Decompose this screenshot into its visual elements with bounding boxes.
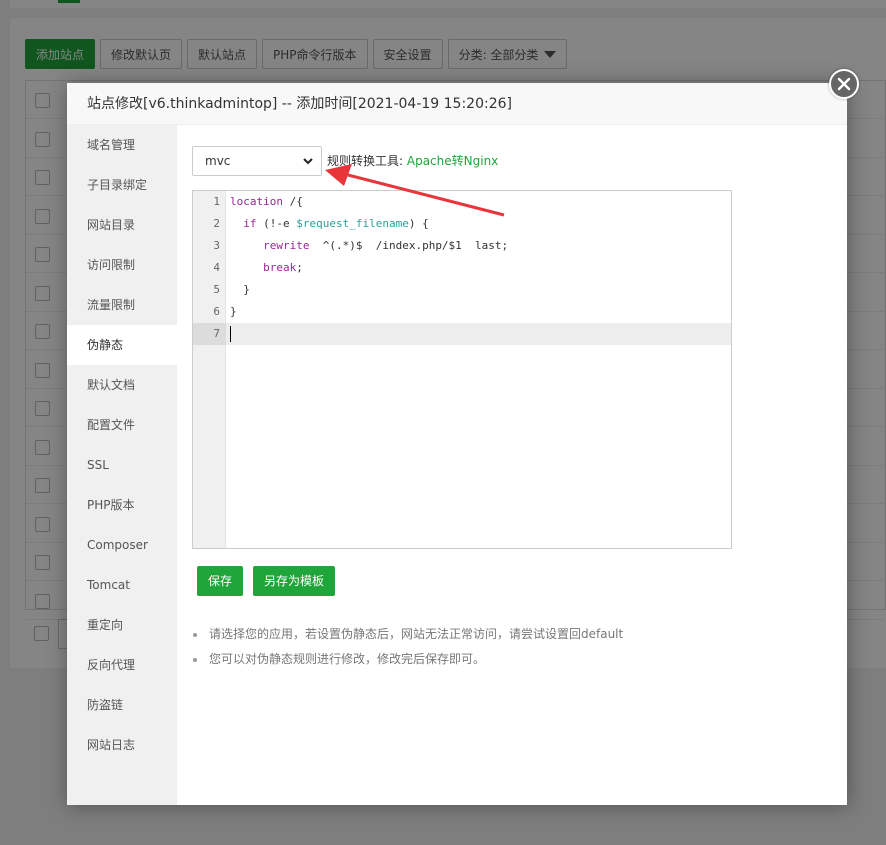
rule-convert-label: 规则转换工具: (327, 154, 404, 168)
sidebar-item-5[interactable]: 伪静态 (67, 325, 177, 365)
sidebar-item-14[interactable]: 防盗链 (67, 685, 177, 725)
save-button[interactable]: 保存 (197, 566, 244, 596)
sidebar-item-8[interactable]: SSL (67, 445, 177, 485)
code-line: rewrite ^(.*)$ /index.php/$1 last; (263, 239, 509, 252)
sidebar-item-15[interactable]: 网站日志 (67, 725, 177, 765)
sidebar-item-0[interactable]: 域名管理 (67, 125, 177, 165)
rewrite-code-editor[interactable]: 1 location /{ 2 if (!-e $request_filename)… (192, 190, 732, 549)
sidebar-item-10[interactable]: Composer (67, 525, 177, 565)
sidebar-item-1[interactable]: 子目录绑定 (67, 165, 177, 205)
save-as-template-button[interactable]: 另存为模板 (253, 566, 336, 596)
rule-convert-tool: 规则转换工具: Apache转Nginx (327, 146, 498, 176)
close-icon (837, 77, 851, 91)
code-line: } (230, 283, 250, 296)
sidebar-item-6[interactable]: 默认文档 (67, 365, 177, 405)
rewrite-panel: mvc 规则转换工具: Apache转Nginx 1 location /{ 2 i… (177, 125, 847, 805)
code-line: break; (263, 261, 303, 274)
sidebar-item-12[interactable]: 重定向 (67, 605, 177, 645)
rewrite-template-value: mvc (205, 154, 231, 168)
line-number: 5 (213, 283, 220, 296)
line-number: 1 (213, 195, 220, 208)
line-number: 7 (213, 327, 220, 340)
sidebar-item-4[interactable]: 流量限制 (67, 285, 177, 325)
active-line-highlight (226, 323, 731, 345)
settings-sidebar: 域名管理 子目录绑定 网站目录 访问限制 流量限制 伪静态 默认文档 配置文件 SSL PHP版本… (67, 125, 177, 805)
code-line: location /{ (230, 195, 303, 208)
code-line: } (230, 305, 237, 318)
line-number: 2 (213, 217, 220, 230)
help-tips: 请选择您的应用，若设置伪静态后，网站无法正常访问，请尝试设置回default 您可… (193, 622, 623, 672)
site-edit-modal: 站点修改[v6.thinkadmintop] -- 添加时间[2021-04-1… (67, 69, 859, 805)
close-button[interactable] (829, 69, 859, 99)
modal-title: 站点修改[v6.thinkadmintop] -- 添加时间[2021-04-1… (87, 96, 512, 112)
line-number: 4 (213, 261, 220, 274)
sidebar-item-11[interactable]: Tomcat (67, 565, 177, 605)
sidebar-item-3[interactable]: 访问限制 (67, 245, 177, 285)
sidebar-item-2[interactable]: 网站目录 (67, 205, 177, 245)
line-number: 3 (213, 239, 220, 252)
rewrite-template-select[interactable]: mvc (192, 146, 322, 176)
sidebar-item-7[interactable]: 配置文件 (67, 405, 177, 445)
modal-header: 站点修改[v6.thinkadmintop] -- 添加时间[2021-04-1… (67, 83, 847, 125)
line-number: 6 (213, 305, 220, 318)
sidebar-item-9[interactable]: PHP版本 (67, 485, 177, 525)
chevron-down-icon (303, 158, 313, 165)
sidebar-item-13[interactable]: 反向代理 (67, 645, 177, 685)
text-cursor (230, 326, 231, 342)
apache-to-nginx-link[interactable]: Apache转Nginx (407, 154, 498, 168)
code-line: if (!-e $request_filename) { (243, 217, 429, 230)
tip-item: 您可以对伪静态规则进行修改，修改完后保存即可。 (193, 647, 623, 672)
tip-item: 请选择您的应用，若设置伪静态后，网站无法正常访问，请尝试设置回default (193, 622, 623, 647)
